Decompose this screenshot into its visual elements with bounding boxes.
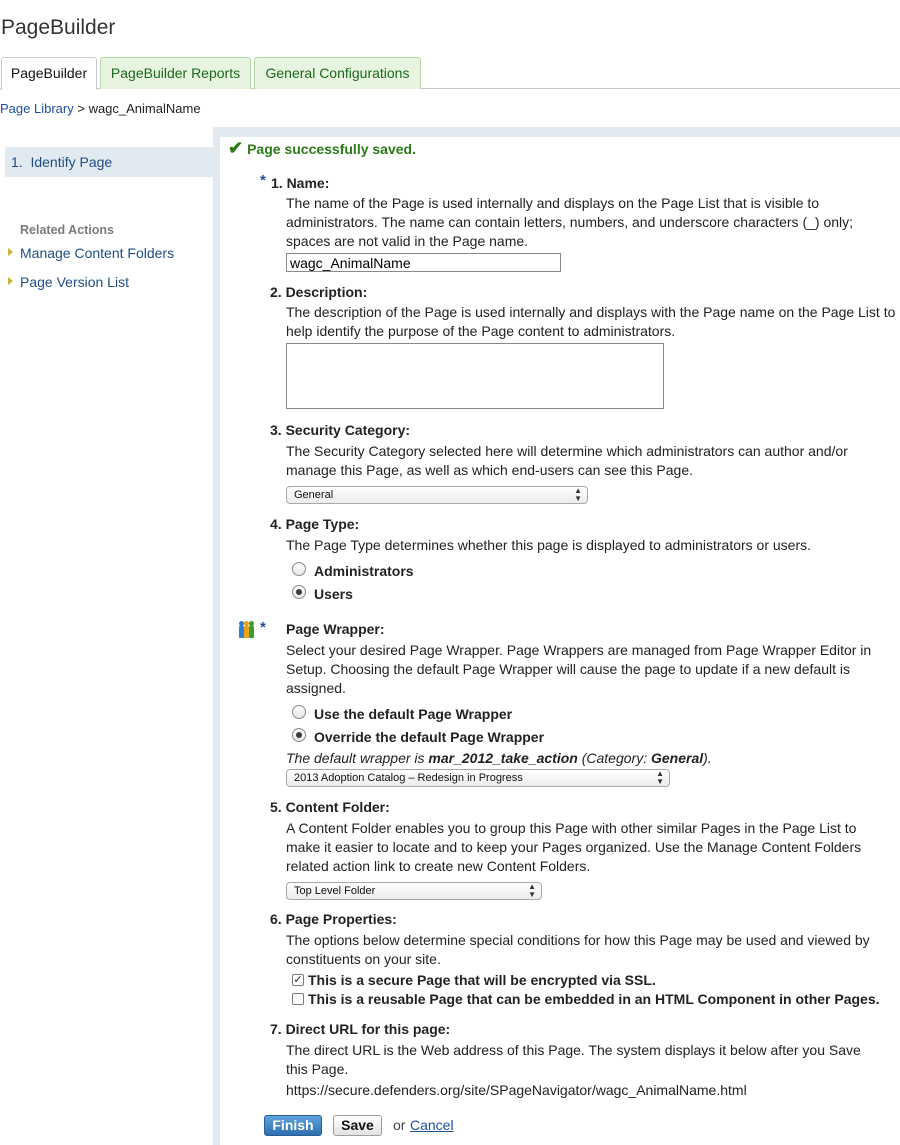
note-prefix: The default wrapper is [286,750,429,766]
page-properties-help: The options below determine special cond… [286,932,870,967]
page-type-help: The Page Type determines whether this pa… [286,537,812,553]
page-wrapper-select[interactable]: 2013 Adoption Catalog – Redesign in Prog… [286,769,670,787]
checkmark-icon: ✔ [228,138,244,158]
required-marker: * [260,619,266,636]
default-wrapper-radio[interactable] [292,705,306,719]
security-category-value: General [294,489,334,501]
breadcrumb-current: wagc_AnimalName [88,101,201,116]
manage-content-folders-link[interactable]: Manage Content Folders [20,245,174,261]
finish-button[interactable]: Finish [264,1115,322,1136]
note-mid: (Category: [577,750,651,766]
page-type-administrators-label: Administrators [314,563,414,579]
tab-general-configurations[interactable]: General Configurations [254,57,421,89]
or-text: or [393,1117,406,1133]
secure-page-checkbox[interactable]: ✓ [292,974,304,986]
related-actions-title: Related Actions [20,223,115,237]
updown-arrow-icon: ▲ ▼ [528,882,536,899]
breadcrumb-separator: > [77,101,85,116]
page-version-list-link[interactable]: Page Version List [20,274,129,290]
updown-arrow-icon: ▲ ▼ [574,486,582,503]
note-suffix: ). [703,750,712,766]
security-category-label: 3. Security Category: [270,422,411,438]
save-button[interactable]: Save [333,1115,382,1136]
page-type-label: 4. Page Type: [270,516,360,532]
step-number: 1. [11,154,23,170]
reusable-page-label: This is a reusable Page that can be embe… [308,991,880,1007]
default-wrapper-note: The default wrapper is mar_2012_take_act… [286,750,712,766]
name-label: 1. Name: [271,175,330,191]
breadcrumb: Page Library > wagc_AnimalName [0,101,201,116]
success-message: ✔ Page successfully saved. [228,138,416,159]
description-label: 2. Description: [270,284,368,300]
secure-page-label: This is a secure Page that will be encry… [308,972,656,988]
content-folder-label: 5. Content Folder: [270,799,390,815]
description-help: The description of the Page is used inte… [286,304,896,339]
bullet-icon [8,248,13,256]
page-wrapper-value: 2013 Adoption Catalog – Redesign in Prog… [294,772,523,784]
page-type-users-label: Users [314,586,353,602]
page-wrapper-label: Page Wrapper: [286,621,385,637]
page-wrapper-help: Select your desired Page Wrapper. Page W… [286,642,872,696]
note-wrapper-name: mar_2012_take_action [428,750,578,766]
content-folder-select[interactable]: Top Level Folder ▲ ▼ [286,882,542,900]
sidebar: 1. Identify Page Related Actions Manage … [0,127,213,1145]
tab-pagebuilder-reports[interactable]: PageBuilder Reports [100,57,251,89]
main-top-band [213,127,900,137]
success-text: Page successfully saved. [247,141,416,157]
page-properties-label: 6. Page Properties: [270,911,397,927]
bullet-icon [8,277,13,285]
note-category: General [650,750,704,766]
tab-bar: PageBuilder PageBuilder Reports General … [0,57,900,90]
direct-url-value: https://secure.defenders.org/site/SPageN… [286,1082,747,1098]
step-identify-page[interactable]: 1. Identify Page [5,147,213,177]
security-category-help: The Security Category selected here will… [286,443,848,478]
people-icon [239,621,259,638]
description-textarea[interactable] [286,343,664,409]
override-wrapper-radio[interactable] [292,728,306,742]
required-marker: * [260,172,266,189]
content-folder-value: Top Level Folder [294,885,376,897]
name-description: The name of the Page is used internally … [286,195,854,249]
tab-pagebuilder[interactable]: PageBuilder [1,57,97,90]
page-type-users-radio[interactable] [292,585,306,599]
app-title: PageBuilder [1,16,116,39]
direct-url-help: The direct URL is the Web address of thi… [286,1042,861,1077]
sidebar-divider [213,127,220,1145]
reusable-page-checkbox[interactable] [292,993,304,1005]
breadcrumb-page-library[interactable]: Page Library [0,101,74,116]
cancel-link[interactable]: Cancel [410,1117,454,1133]
override-wrapper-label: Override the default Page Wrapper [314,729,545,745]
direct-url-label: 7. Direct URL for this page: [270,1021,451,1037]
updown-arrow-icon: ▲ ▼ [656,769,664,786]
content-folder-help: A Content Folder enables you to group th… [286,820,862,874]
default-wrapper-label: Use the default Page Wrapper [314,706,513,722]
page-name-input[interactable] [286,253,561,272]
security-category-select[interactable]: General ▲ ▼ [286,486,588,504]
page-type-administrators-radio[interactable] [292,562,306,576]
step-label: Identify Page [30,154,113,170]
